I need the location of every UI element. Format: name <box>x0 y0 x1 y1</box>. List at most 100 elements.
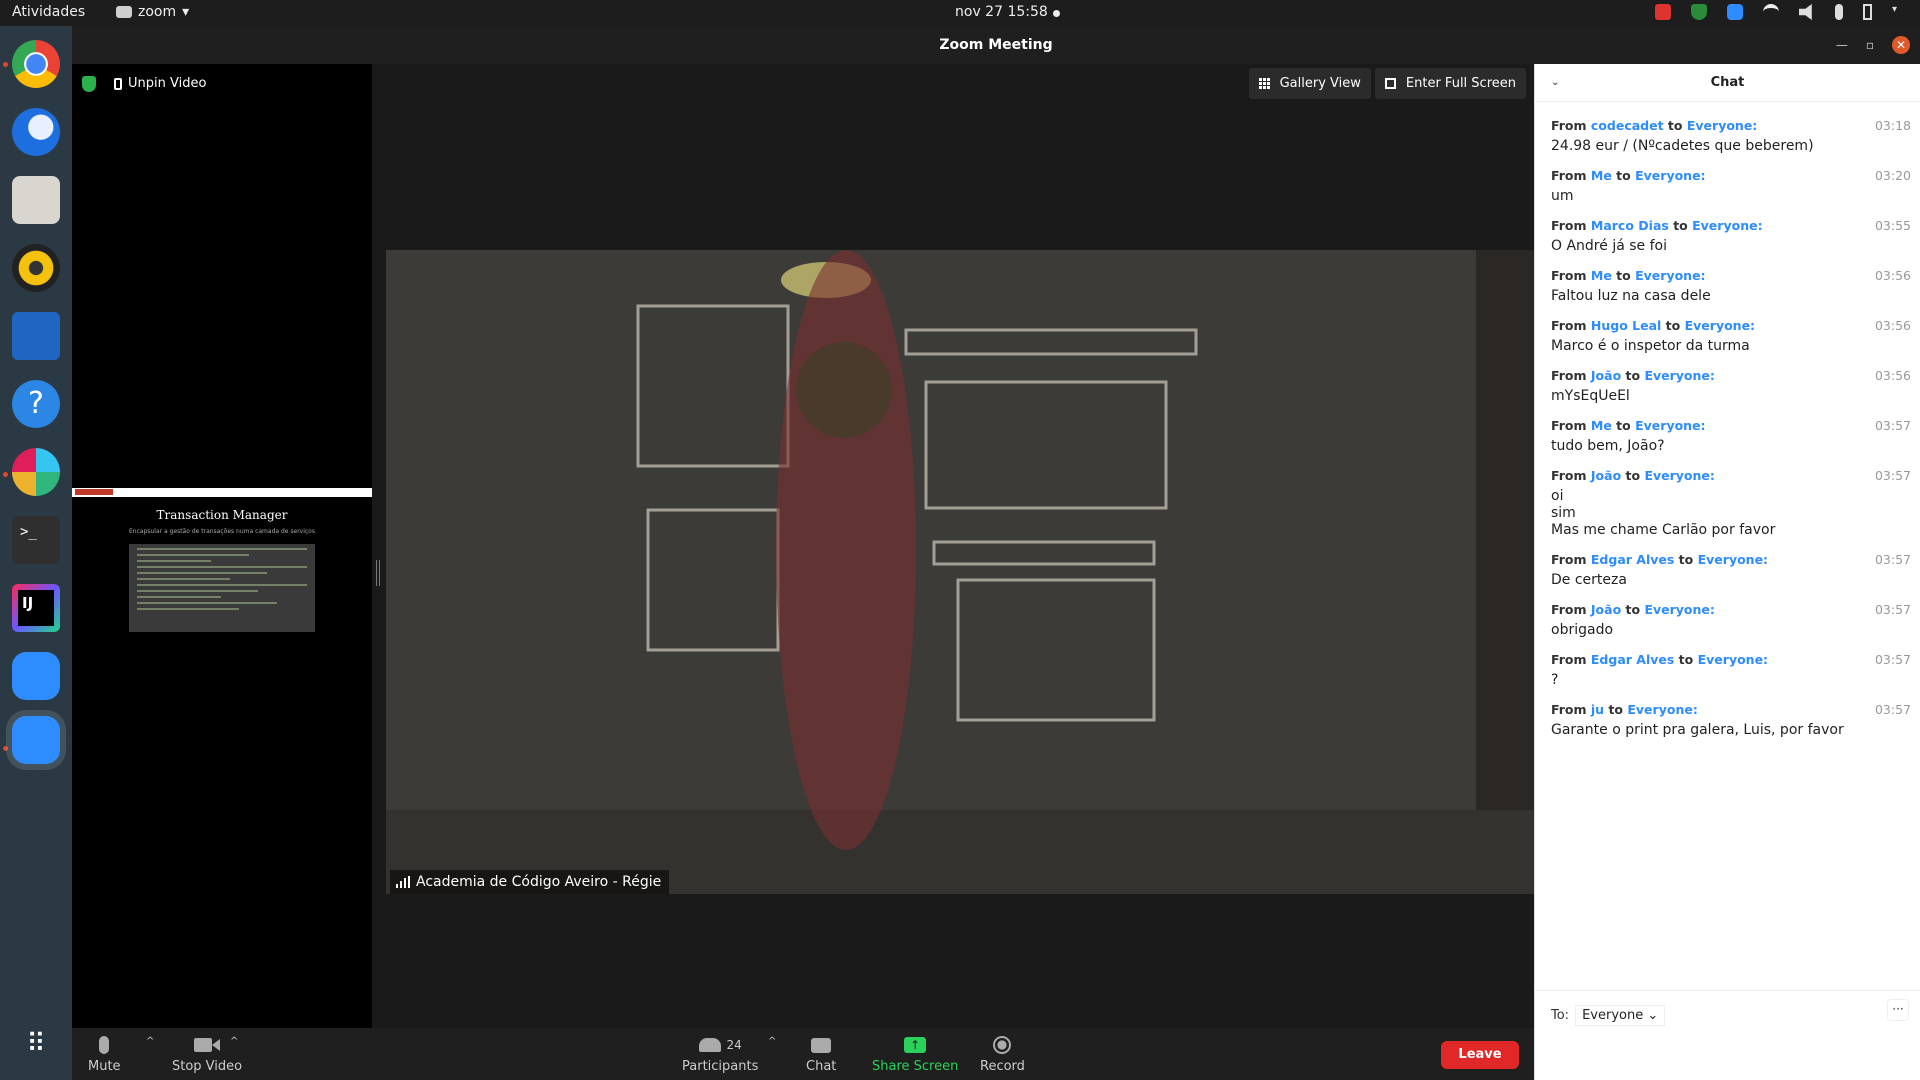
recipient-select[interactable]: Everyone ⌄ <box>1575 1005 1666 1026</box>
chat-message[interactable]: From Edgar Alves to Everyone: 03:57 De cer… <box>1551 552 1911 589</box>
activities-button[interactable]: Atividades <box>12 4 85 20</box>
rhythmbox-icon[interactable] <box>12 244 60 292</box>
record-button[interactable]: Record <box>980 1034 1025 1074</box>
audio-options-caret[interactable]: ^ <box>146 1036 154 1047</box>
chat-button[interactable]: Chat <box>806 1034 836 1074</box>
message-sender[interactable]: Me <box>1591 268 1612 283</box>
full-screen-label: Enter Full Screen <box>1405 76 1516 91</box>
chat-message-line: Mas me chame Carlão por favor <box>1551 522 1776 538</box>
message-recipient: Everyone: <box>1697 552 1769 567</box>
slide-logo <box>75 489 113 495</box>
gallery-view-label: Gallery View <box>1279 76 1361 91</box>
message-sender[interactable]: codecadet <box>1591 118 1664 133</box>
from-word: From <box>1551 652 1587 667</box>
recipient-row: To: Everyone ⌄ <box>1551 1005 1666 1026</box>
mute-button[interactable]: Mute <box>88 1034 121 1074</box>
battery-icon[interactable] <box>1863 4 1872 20</box>
shield-tray-icon[interactable] <box>1691 4 1707 20</box>
clock[interactable]: nov 27 15:58 <box>955 4 1048 20</box>
chat-message[interactable]: From ju to Everyone: 03:57 Garante o print… <box>1551 702 1911 739</box>
message-sender[interactable]: Hugo Leal <box>1591 318 1661 333</box>
writer-icon[interactable] <box>12 312 60 360</box>
participants-count: 24 <box>726 1038 742 1052</box>
message-time: 03:57 <box>1874 652 1911 667</box>
shared-slide-thumbnail[interactable]: Transaction Manager Encapsular a gestão … <box>72 488 372 658</box>
message-sender[interactable]: ju <box>1591 702 1604 717</box>
chat-header: ⌄ Chat <box>1535 64 1920 102</box>
message-sender[interactable]: Edgar Alves <box>1591 552 1674 567</box>
leave-meeting-button[interactable]: Leave <box>1441 1041 1519 1069</box>
chat-message[interactable]: From João to Everyone: 03:57 oi sim Mas me c… <box>1551 468 1911 539</box>
app-grid-icon[interactable]: ⠿ <box>12 1020 60 1068</box>
zoom-tray-icon[interactable] <box>1727 4 1743 20</box>
message-sender[interactable]: Marco Dias <box>1591 218 1669 233</box>
from-word: From <box>1551 368 1587 383</box>
message-time: 03:56 <box>1874 318 1911 333</box>
message-recipient: Everyone: <box>1697 652 1769 667</box>
chat-title: Chat <box>1710 75 1745 90</box>
message-sender[interactable]: João <box>1591 468 1621 483</box>
mute-label: Mute <box>88 1059 121 1074</box>
chat-message[interactable]: From João to Everyone: 03:56 mYsEqUeEl <box>1551 368 1911 405</box>
wifi-icon[interactable] <box>1763 4 1779 20</box>
participants-options-caret[interactable]: ^ <box>768 1036 776 1047</box>
share-screen-button[interactable]: ↑ Share Screen <box>872 1034 958 1074</box>
collapse-chevron-icon[interactable]: ⌄ <box>1551 64 1559 102</box>
full-screen-button[interactable]: Enter Full Screen <box>1374 68 1526 99</box>
microphone-icon[interactable] <box>1835 4 1843 20</box>
chrome-icon[interactable] <box>12 40 60 88</box>
volume-icon[interactable] <box>1799 4 1812 20</box>
message-time: 03:56 <box>1874 368 1911 383</box>
share-screen-icon: ↑ <box>904 1034 927 1056</box>
microphone-icon <box>99 1034 110 1056</box>
chat-message[interactable]: From Me to Everyone: 03:56 Faltou luz na c… <box>1551 268 1911 305</box>
app-menu-label: zoom <box>138 4 177 20</box>
encryption-shield-icon[interactable] <box>82 76 96 92</box>
zoom-active-icon[interactable] <box>12 716 60 764</box>
chat-message-header: From Marco Dias to Everyone: 03:55 <box>1551 218 1911 233</box>
chat-message-list[interactable]: From codecadet to Everyone: 03:18 24.98 eu… <box>1551 118 1911 752</box>
zoom-icon[interactable] <box>12 652 60 700</box>
files-icon[interactable] <box>12 176 60 224</box>
chat-message[interactable]: From Edgar Alves to Everyone: 03:57? <box>1551 652 1911 689</box>
to-word: to <box>1625 368 1641 383</box>
intellij-icon[interactable]: IJ <box>12 584 60 632</box>
message-sender[interactable]: João <box>1591 602 1621 617</box>
from-word: From <box>1551 602 1587 617</box>
help-icon[interactable]: ? <box>12 380 60 428</box>
active-speaker-video[interactable]: Academia de Código Aveiro - Régie <box>386 250 1534 894</box>
chat-message[interactable]: From João to Everyone: 03:57 obrigado <box>1551 602 1911 639</box>
chat-message[interactable]: From Me to Everyone: 03:57 tudo bem, João? <box>1551 418 1911 455</box>
unpin-video-label: Unpin Video <box>128 76 207 91</box>
chat-message[interactable]: From Marco Dias to Everyone: 03:55 O André… <box>1551 218 1911 255</box>
app-menu[interactable]: zoom ▾ <box>116 4 189 20</box>
thunderbird-icon[interactable] <box>12 108 60 156</box>
message-recipient: Everyone: <box>1684 318 1756 333</box>
participants-button[interactable]: 24 Participants <box>682 1034 758 1074</box>
unpin-video-button[interactable]: Unpin Video <box>114 76 206 91</box>
video-options-caret[interactable]: ^ <box>230 1036 238 1047</box>
maximize-icon[interactable]: ▫ <box>1866 36 1874 54</box>
chat-message-header: From codecadet to Everyone: 03:18 <box>1551 118 1911 133</box>
pane-resize-handle[interactable] <box>376 560 380 586</box>
terminal-icon[interactable]: >_ <box>12 516 60 564</box>
power-menu-icon[interactable]: ▾ <box>1892 4 1908 20</box>
slide-title: Transaction Manager <box>156 508 288 522</box>
gallery-view-button[interactable]: Gallery View <box>1248 68 1371 99</box>
chat-message[interactable]: From Hugo Leal to Everyone: 03:56 Marco é … <box>1551 318 1911 355</box>
message-sender[interactable]: João <box>1591 368 1621 383</box>
message-sender[interactable]: Me <box>1591 168 1612 183</box>
slack-tray-icon[interactable] <box>1655 4 1671 20</box>
chat-bubble-icon <box>811 1034 832 1056</box>
message-sender[interactable]: Me <box>1591 418 1612 433</box>
minimize-icon[interactable]: — <box>1836 36 1848 54</box>
more-options-button[interactable]: ··· <box>1887 999 1909 1021</box>
slack-icon[interactable] <box>12 448 60 496</box>
close-icon[interactable]: ✕ <box>1892 36 1910 54</box>
chat-message[interactable]: From codecadet to Everyone: 03:18 24.98 eu… <box>1551 118 1911 155</box>
from-word: From <box>1551 218 1587 233</box>
message-sender[interactable]: Edgar Alves <box>1591 652 1674 667</box>
chat-message[interactable]: From Me to Everyone: 03:20 um <box>1551 168 1911 205</box>
chat-message-body: ? <box>1551 672 1559 688</box>
from-word: From <box>1551 418 1587 433</box>
